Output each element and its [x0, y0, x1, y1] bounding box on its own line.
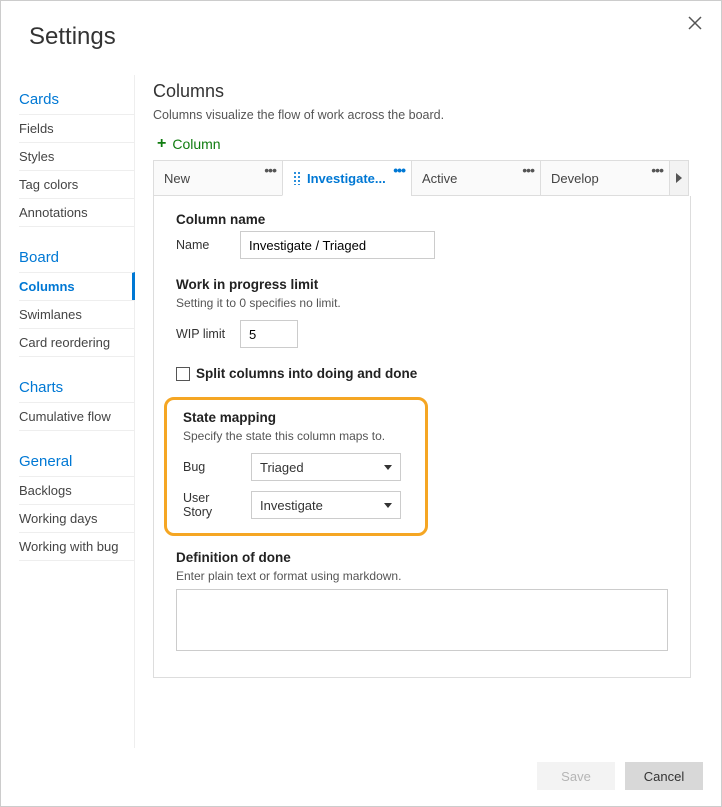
- plus-icon: +: [157, 136, 166, 152]
- dialog-footer: Save Cancel: [1, 748, 721, 806]
- main-panel: Columns Columns visualize the flow of wo…: [135, 75, 721, 748]
- map-label-user-story: User Story: [183, 491, 241, 519]
- column-tabs: New ••• Investigate... ••• Active ••• De…: [153, 160, 705, 196]
- dod-hint: Enter plain text or format using markdow…: [176, 569, 668, 583]
- page-heading: Columns: [153, 81, 705, 102]
- sidebar-item-annotations[interactable]: Annotations: [19, 198, 134, 227]
- sidebar-section-board[interactable]: Board: [19, 239, 134, 272]
- cancel-button[interactable]: Cancel: [625, 762, 703, 790]
- grip-icon[interactable]: [293, 171, 301, 185]
- close-icon[interactable]: [687, 15, 703, 31]
- ellipsis-icon[interactable]: •••: [651, 163, 663, 177]
- wip-limit-input[interactable]: [240, 320, 298, 348]
- settings-dialog: Settings Cards Fields Styles Tag colors …: [0, 0, 722, 807]
- tabs-scroll-right[interactable]: [669, 160, 689, 196]
- state-mapping-highlight: State mapping Specify the state this col…: [164, 397, 428, 536]
- tab-active[interactable]: Active •••: [411, 160, 541, 196]
- chevron-down-icon: [384, 465, 392, 470]
- chevron-down-icon: [384, 503, 392, 508]
- sidebar-section-general[interactable]: General: [19, 443, 134, 476]
- name-label: Name: [176, 238, 230, 252]
- add-column-button[interactable]: + Column: [153, 136, 221, 152]
- column-name-title: Column name: [176, 212, 668, 227]
- sidebar-item-working-days[interactable]: Working days: [19, 504, 134, 532]
- sidebar-item-columns[interactable]: Columns: [19, 272, 135, 300]
- page-subtext: Columns visualize the flow of work acros…: [153, 108, 705, 122]
- sidebar-item-fields[interactable]: Fields: [19, 114, 134, 142]
- add-column-label: Column: [172, 136, 220, 152]
- save-button[interactable]: Save: [537, 762, 615, 790]
- sidebar-item-backlogs[interactable]: Backlogs: [19, 476, 134, 504]
- column-editor-panel: Column name Name Work in progress limit …: [153, 196, 691, 678]
- tab-new[interactable]: New •••: [153, 160, 283, 196]
- split-columns-checkbox-row[interactable]: Split columns into doing and done: [176, 366, 668, 381]
- sidebar-section-charts[interactable]: Charts: [19, 369, 134, 402]
- split-columns-label: Split columns into doing and done: [196, 366, 417, 381]
- ellipsis-icon[interactable]: •••: [393, 163, 405, 177]
- definition-of-done-input[interactable]: [176, 589, 668, 651]
- wip-title: Work in progress limit: [176, 277, 668, 292]
- state-mapping-title: State mapping: [183, 410, 409, 425]
- ellipsis-icon[interactable]: •••: [522, 163, 534, 177]
- sidebar-item-styles[interactable]: Styles: [19, 142, 134, 170]
- wip-label: WIP limit: [176, 327, 230, 341]
- sidebar-item-card-reordering[interactable]: Card reordering: [19, 328, 134, 357]
- tab-investigate[interactable]: Investigate... •••: [282, 160, 412, 196]
- user-story-state-select[interactable]: Investigate: [251, 491, 401, 519]
- wip-hint: Setting it to 0 specifies no limit.: [176, 296, 668, 310]
- sidebar: Cards Fields Styles Tag colors Annotatio…: [1, 75, 135, 748]
- dialog-title: Settings: [1, 1, 721, 75]
- bug-state-select[interactable]: Triaged: [251, 453, 401, 481]
- map-label-bug: Bug: [183, 460, 241, 474]
- dod-title: Definition of done: [176, 550, 668, 565]
- sidebar-item-working-with-bug[interactable]: Working with bug: [19, 532, 134, 561]
- column-name-input[interactable]: [240, 231, 435, 259]
- sidebar-item-cumulative-flow[interactable]: Cumulative flow: [19, 402, 134, 431]
- sidebar-section-cards[interactable]: Cards: [19, 81, 134, 114]
- state-mapping-hint: Specify the state this column maps to.: [183, 429, 409, 443]
- sidebar-item-swimlanes[interactable]: Swimlanes: [19, 300, 134, 328]
- ellipsis-icon[interactable]: •••: [264, 163, 276, 177]
- tab-develop[interactable]: Develop •••: [540, 160, 670, 196]
- checkbox-icon[interactable]: [176, 367, 190, 381]
- sidebar-item-tag-colors[interactable]: Tag colors: [19, 170, 134, 198]
